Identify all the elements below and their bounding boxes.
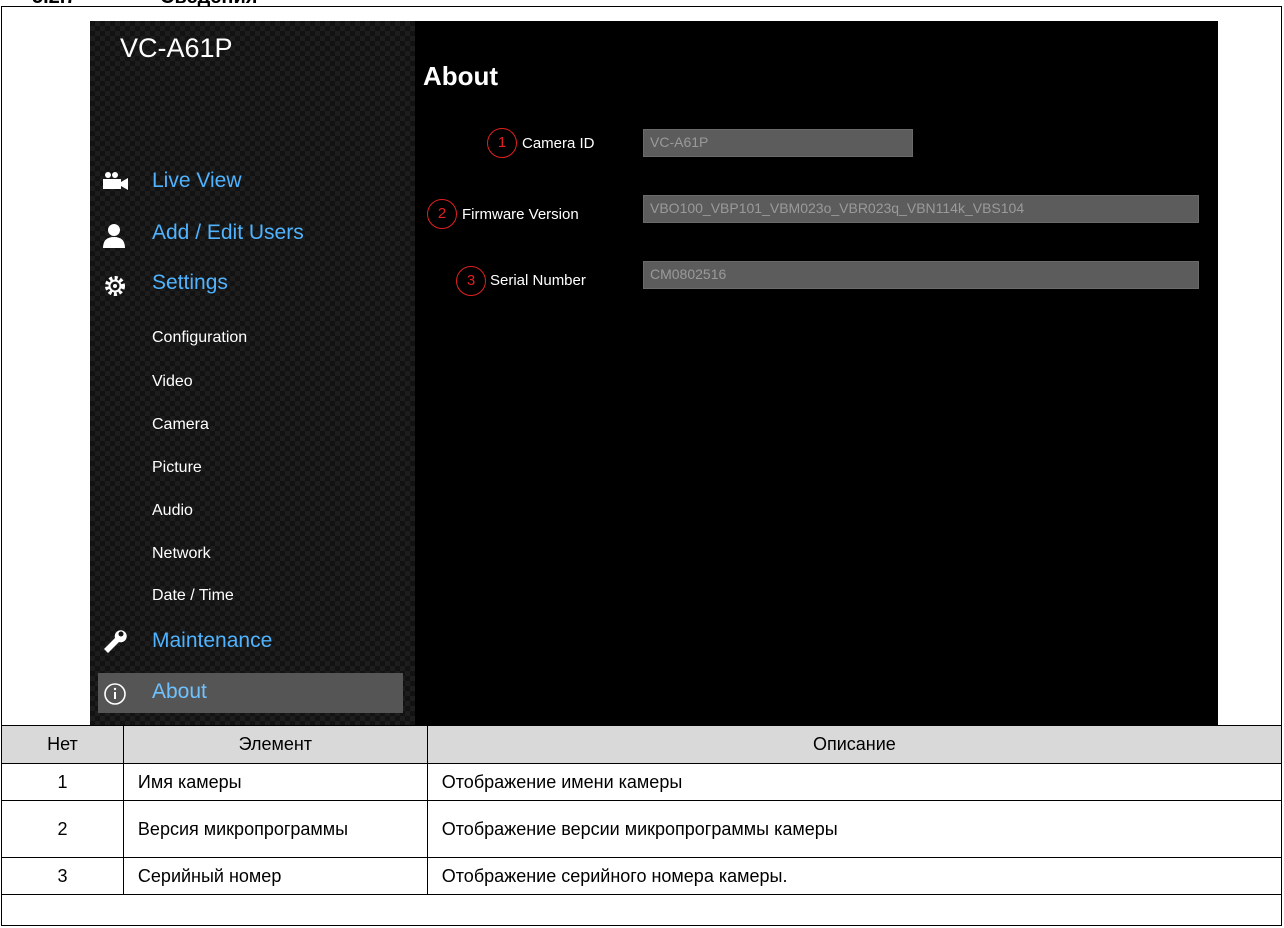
nav-sub-date-time[interactable]: Date / Time <box>152 587 234 605</box>
callout-1: 1 <box>487 128 517 158</box>
camera-web-ui-screenshot: VC-A61P Live View Add / Edit Users Setti… <box>90 21 1218 731</box>
description-table: Нет Элемент Описание 1 Имя камеры Отобра… <box>1 725 1283 895</box>
nav-sub-network[interactable]: Network <box>152 545 211 563</box>
nav-live-view[interactable]: Live View <box>152 169 242 193</box>
header-item: Элемент <box>122 725 428 764</box>
nav-about[interactable]: About <box>152 680 207 704</box>
row-item: Имя камеры <box>122 763 428 801</box>
firmware-version-label: Firmware Version <box>462 206 579 223</box>
row-description: Отображение версии микропрограммы камеры <box>426 800 1283 858</box>
sidebar: VC-A61P Live View Add / Edit Users Setti… <box>90 21 415 731</box>
row-description: Отображение серийного номера камеры. <box>426 857 1283 895</box>
model-name: VC-A61P <box>120 33 233 63</box>
table-row: 1 Имя камеры Отображение имени камеры <box>1 763 1283 801</box>
row-description: Отображение имени камеры <box>426 763 1283 801</box>
nav-sub-configuration[interactable]: Configuration <box>152 329 247 347</box>
nav-add-edit-users[interactable]: Add / Edit Users <box>152 221 304 245</box>
camera-id-field[interactable]: VC-A61P <box>643 129 913 157</box>
callout-3: 3 <box>456 266 486 296</box>
camera-id-label: Camera ID <box>522 135 595 152</box>
header-no: Нет <box>1 725 124 764</box>
nav-sub-picture[interactable]: Picture <box>152 459 202 477</box>
row-no: 3 <box>1 857 124 895</box>
nav-maintenance[interactable]: Maintenance <box>152 629 272 653</box>
nav-about-active-bg <box>98 673 403 713</box>
nav-sub-camera[interactable]: Camera <box>152 416 209 434</box>
nav-sub-video[interactable]: Video <box>152 373 193 391</box>
serial-number-label: Serial Number <box>490 272 586 289</box>
page-title: About <box>423 61 499 91</box>
table-header-row: Нет Элемент Описание <box>1 725 1283 764</box>
row-item: Версия микропрограммы <box>122 800 428 858</box>
callout-2: 2 <box>427 199 457 229</box>
header-description: Описание <box>426 725 1283 764</box>
row-no: 1 <box>1 763 124 801</box>
nav-sub-audio[interactable]: Audio <box>152 502 193 520</box>
firmware-version-field[interactable]: VBO100_VBP101_VBM023o_VBR023q_VBN114k_VB… <box>643 195 1199 223</box>
camera-icon <box>103 172 128 190</box>
gear-icon <box>105 276 125 296</box>
wrench-icon <box>104 630 127 653</box>
row-no: 2 <box>1 800 124 858</box>
serial-number-field[interactable]: CM0802516 <box>643 261 1199 289</box>
table-row: 2 Версия микропрограммы Отображение верс… <box>1 800 1283 858</box>
info-icon <box>104 683 126 705</box>
table-row: 3 Серийный номер Отображение серийного н… <box>1 857 1283 895</box>
nav-settings[interactable]: Settings <box>152 271 228 295</box>
user-icon <box>103 224 125 248</box>
row-item: Серийный номер <box>122 857 428 895</box>
